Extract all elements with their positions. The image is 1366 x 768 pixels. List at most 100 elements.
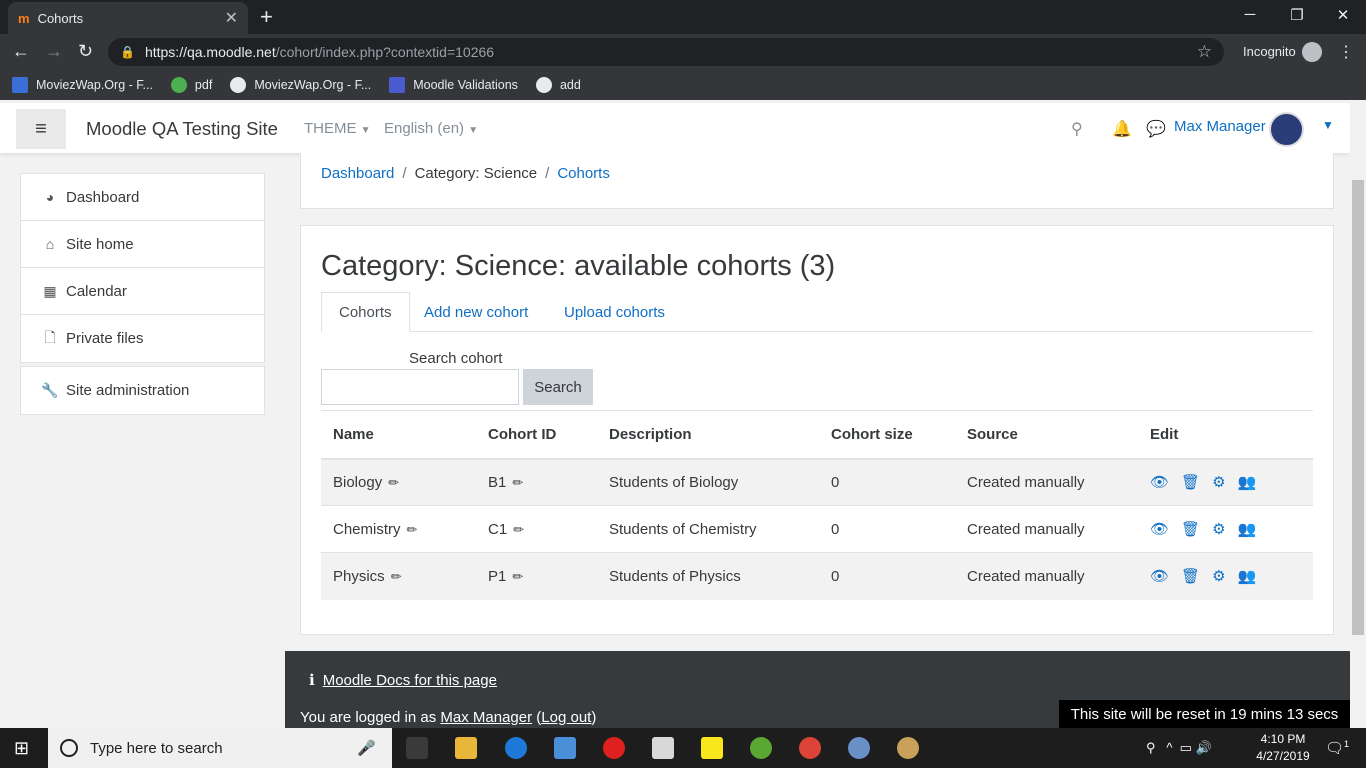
pencil-icon[interactable]: ✏ <box>391 569 402 584</box>
moodle-docs-link[interactable]: Moodle Docs for this page <box>323 672 497 689</box>
search-icon[interactable]: ⚲ <box>1071 119 1083 139</box>
theme-dropdown[interactable]: THEME ▼ <box>304 120 371 137</box>
trash-icon[interactable]: 🗑 <box>1181 520 1200 538</box>
col-header-name[interactable]: Name <box>321 410 476 460</box>
cohort-id[interactable]: B1 <box>488 474 506 491</box>
sidebar-item-site-home[interactable]: ⌂ Site home <box>21 221 264 268</box>
sticky-notes-icon[interactable] <box>701 737 723 759</box>
cohort-id[interactable]: C1 <box>488 521 507 538</box>
new-tab-icon[interactable]: + <box>260 4 273 30</box>
gear-icon[interactable]: ⚙ <box>1212 473 1225 491</box>
search-button[interactable]: Search <box>523 369 593 405</box>
cell-description: Students of Biology <box>597 458 819 506</box>
task-view-icon[interactable] <box>406 737 428 759</box>
sidebar-item-label: Site administration <box>66 382 190 399</box>
trash-icon[interactable]: 🗑 <box>1181 473 1200 491</box>
system-tray[interactable]: ⚲ ^ ▭ 🔊 <box>1146 740 1212 756</box>
bookmark-item[interactable]: MoviezWap.Org - F... <box>12 77 153 93</box>
users-icon[interactable]: 👥 <box>1238 567 1257 585</box>
url-field[interactable]: 🔒 https://qa.moodle.net/cohort/index.php… <box>108 38 1224 66</box>
trash-icon[interactable]: 🗑 <box>1181 567 1200 585</box>
bookmark-item[interactable]: Moodle Validations <box>389 77 518 93</box>
cohort-name[interactable]: Physics <box>333 568 385 585</box>
action-center-icon[interactable]: 🗨1 <box>1325 739 1349 757</box>
bookmark-item[interactable]: pdf <box>170 77 212 93</box>
search-input[interactable] <box>321 369 519 405</box>
login-info-prefix: You are logged in as <box>300 709 441 726</box>
breadcrumb-cohorts[interactable]: Cohorts <box>557 165 610 182</box>
cell-description: Students of Physics <box>597 552 819 600</box>
cohort-id[interactable]: P1 <box>488 568 506 585</box>
gear-icon[interactable]: ⚙ <box>1212 567 1225 585</box>
utorrent-icon[interactable] <box>750 737 772 759</box>
notification-bell-icon[interactable]: 🔔 <box>1112 119 1132 139</box>
bookmark-item[interactable]: MoviezWap.Org - F... <box>230 77 371 93</box>
taskbar-search-box[interactable]: Type here to search 🎤 <box>48 728 392 768</box>
paint-icon[interactable] <box>897 737 919 759</box>
users-icon[interactable]: 👥 <box>1238 473 1257 491</box>
eye-icon[interactable]: 👁 <box>1150 473 1169 491</box>
pencil-icon[interactable]: ✏ <box>407 522 418 537</box>
sidebar-item-site-administration[interactable]: 🔧 Site administration <box>21 367 264 414</box>
tab-add-new-cohort[interactable]: Add new cohort <box>407 292 545 332</box>
bookmark-star-icon[interactable]: ☆ <box>1197 42 1212 62</box>
gear-icon[interactable]: ⚙ <box>1212 520 1225 538</box>
eye-icon[interactable]: 👁 <box>1150 567 1169 585</box>
sidebar-item-dashboard[interactable]: ◕ Dashboard <box>21 174 264 221</box>
restore-icon[interactable]: ❐ <box>1287 6 1307 24</box>
dashboard-icon: ◕ <box>45 189 55 205</box>
hamburger-menu-icon[interactable]: ≡ <box>16 109 66 149</box>
app-icon[interactable] <box>848 737 870 759</box>
scrollbar-thumb[interactable] <box>1352 180 1364 635</box>
chrome-icon[interactable] <box>799 737 821 759</box>
tab-upload-cohorts[interactable]: Upload cohorts <box>547 292 682 332</box>
browser-tab-strip: m Cohorts ✕ + ─ ❐ ✕ <box>0 0 1366 34</box>
logged-user-link[interactable]: Max Manager <box>440 709 532 726</box>
tab-cohorts[interactable]: Cohorts <box>321 292 410 332</box>
sidebar-item-private-files[interactable]: 🗋 Private files <box>21 315 264 362</box>
mail-icon[interactable] <box>652 737 674 759</box>
messages-icon[interactable]: 💬 <box>1146 119 1166 139</box>
cohort-name[interactable]: Biology <box>333 474 382 491</box>
tab-title: Cohorts <box>37 10 84 26</box>
windows-start-icon[interactable]: ⊞ <box>14 738 29 759</box>
breadcrumb-dashboard[interactable]: Dashboard <box>321 165 394 182</box>
avatar[interactable] <box>1269 112 1304 147</box>
pencil-icon[interactable]: ✏ <box>512 475 523 490</box>
pencil-icon[interactable]: ✏ <box>513 522 524 537</box>
incognito-icon <box>1302 42 1322 62</box>
user-menu-caret-icon[interactable]: ▼ <box>1322 118 1334 132</box>
pencil-icon[interactable]: ✏ <box>388 475 399 490</box>
eye-icon[interactable]: 👁 <box>1150 520 1169 538</box>
close-tab-icon[interactable]: ✕ <box>225 8 238 28</box>
browser-menu-icon[interactable]: ⋮ <box>1338 42 1354 62</box>
microphone-icon[interactable]: 🎤 <box>357 739 376 757</box>
minimize-icon[interactable]: ─ <box>1240 6 1260 23</box>
col-header-cohort-id[interactable]: Cohort ID <box>476 410 597 460</box>
edge-icon[interactable] <box>505 737 527 759</box>
sidebar-item-label: Private files <box>66 330 144 347</box>
back-icon[interactable]: ← <box>12 41 30 62</box>
sidebar-item-calendar[interactable]: ▦ Calendar <box>21 268 264 315</box>
pencil-icon[interactable]: ✏ <box>512 569 523 584</box>
forward-icon[interactable]: → <box>45 41 63 62</box>
cell-id: B1 ✏ <box>476 458 597 506</box>
reload-icon[interactable]: ↻ <box>78 41 93 62</box>
site-name[interactable]: Moodle QA Testing Site <box>86 118 278 140</box>
clock[interactable]: 4:10 PM 4/27/2019 <box>1248 731 1318 765</box>
col-header-source: Source <box>955 410 1138 460</box>
file-explorer-icon[interactable] <box>455 737 477 759</box>
bookmark-item[interactable]: add <box>535 77 581 93</box>
user-name[interactable]: Max Manager <box>1174 118 1266 135</box>
cohort-name[interactable]: Chemistry <box>333 521 401 538</box>
opera-icon[interactable] <box>603 737 625 759</box>
store-icon[interactable] <box>554 737 576 759</box>
page-header: Dashboard / Category: Science / Cohorts <box>300 153 1334 209</box>
users-icon[interactable]: 👥 <box>1238 520 1257 538</box>
breadcrumb-separator: / <box>545 165 550 182</box>
window-close-icon[interactable]: ✕ <box>1333 6 1353 24</box>
logout-link[interactable]: Log out <box>541 709 591 726</box>
lock-icon: 🔒 <box>120 45 135 59</box>
browser-tab[interactable]: m Cohorts ✕ <box>8 2 248 34</box>
language-dropdown[interactable]: English (en) ▼ <box>384 120 478 137</box>
